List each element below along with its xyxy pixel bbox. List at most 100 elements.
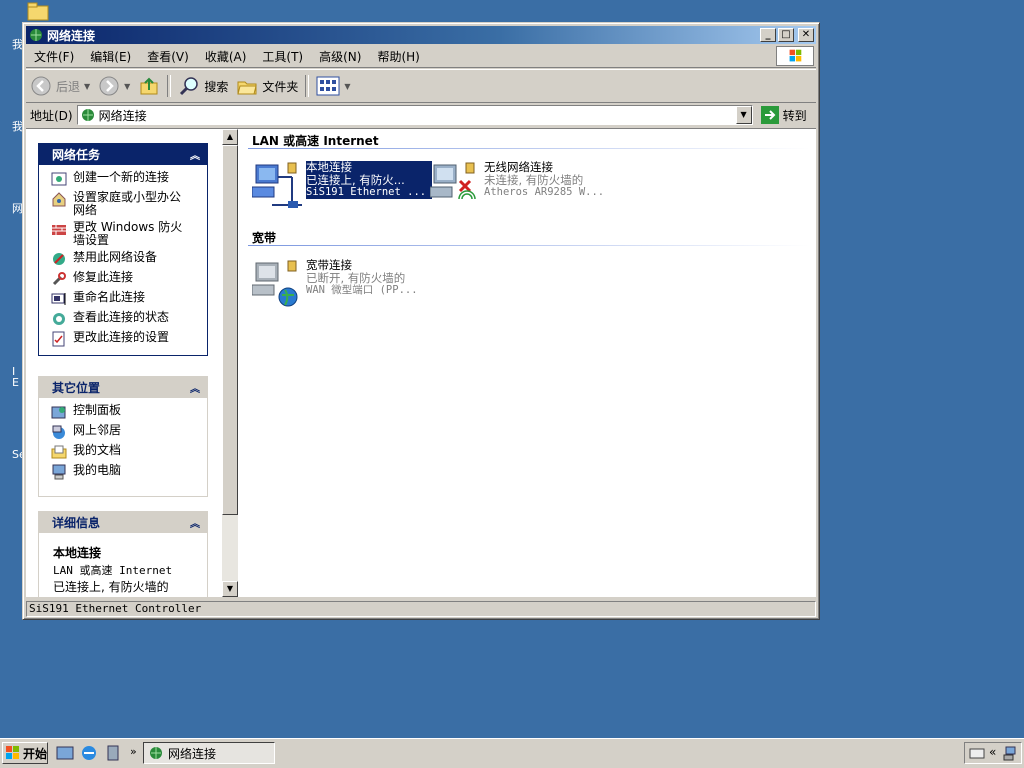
folders-button[interactable]: 文件夹	[232, 72, 302, 100]
address-bar: 地址(D) 网络连接 ▼ 转到	[26, 103, 816, 127]
desktop-folder-icon[interactable]	[24, 0, 52, 22]
keyboard-icon[interactable]	[969, 745, 985, 761]
connection-wireless-status: 未连接, 有防火墙的	[484, 172, 584, 187]
address-field[interactable]: 网络连接 ▼	[76, 105, 753, 125]
repair-icon	[52, 272, 66, 286]
connection-wireless-text: 无线网络连接 未连接, 有防火墙的 Atheros AR9285 W...	[484, 161, 604, 199]
network-tray-icon[interactable]	[1003, 745, 1019, 761]
connection-broadband[interactable]: 宽带连接 已断开, 有防火墙的 WAN 微型端口 (PP...	[252, 259, 418, 309]
connection-local-status: 已连接上, 有防火...	[306, 172, 405, 187]
connection-wireless-name: 无线网络连接	[484, 160, 553, 174]
collapse-chevron-icon[interactable]: ︽	[190, 380, 200, 395]
details-title: 详细信息	[52, 515, 101, 530]
back-dropdown-icon[interactable]: ▼	[84, 82, 90, 91]
connection-wireless[interactable]: 无线网络连接 未连接, 有防火墙的 Atheros AR9285 W...	[430, 161, 604, 211]
forward-dropdown-icon[interactable]: ▼	[124, 82, 130, 91]
menu-edit[interactable]: 编辑(E)	[82, 48, 139, 65]
search-button[interactable]: 搜索	[174, 72, 232, 100]
tray-expand-icon[interactable]: «	[989, 745, 996, 759]
minimize-button[interactable]: _	[760, 28, 776, 42]
section-broadband-title: 宽带	[252, 231, 277, 245]
details-name: 本地连接	[53, 546, 102, 560]
task-rename[interactable]: 重命名此连接	[51, 291, 207, 307]
firewall-icon	[52, 225, 66, 235]
connection-local-name: 本地连接	[306, 160, 352, 174]
section-divider	[248, 148, 810, 149]
system-tray: «	[964, 742, 1022, 764]
connection-local-text: 本地连接 已连接上, 有防火... SiS191 Ethernet ...	[306, 160, 433, 199]
connection-broadband-text: 宽带连接 已断开, 有防火墙的 WAN 微型端口 (PP...	[306, 259, 418, 297]
menu-tools[interactable]: 工具(T)	[254, 48, 311, 65]
network-connections-icon	[30, 29, 42, 41]
other-places-title: 其它位置	[52, 380, 101, 395]
start-button[interactable]: 开始	[2, 742, 48, 764]
status-icon	[53, 313, 65, 325]
task-home-network[interactable]: 设置家庭或小型办公网络	[51, 191, 207, 217]
task-disable-device[interactable]: 禁用此网络设备	[51, 251, 207, 267]
windows-logo-icon	[776, 46, 814, 66]
taskbar-network-connections[interactable]: 网络连接	[143, 742, 275, 764]
title-bar[interactable]: 网络连接 _ □ ✕	[26, 26, 816, 44]
quicklaunch-more-icon[interactable]: »	[130, 745, 137, 758]
menu-view[interactable]: 查看(V)	[139, 48, 197, 65]
network-tasks-header[interactable]: 网络任务 ︽	[38, 143, 208, 165]
details-body: 本地连接 LAN 或高速 Internet 已连接上, 有防火墙的	[38, 533, 208, 597]
toolbar-separator	[167, 75, 172, 97]
menu-advanced[interactable]: 高级(N)	[311, 48, 369, 65]
my-computer-icon	[52, 464, 66, 480]
broadband-connection-icon	[252, 260, 298, 307]
connection-local[interactable]: 本地连接 已连接上, 有防火... SiS191 Ethernet ...	[252, 160, 433, 211]
other-places-header[interactable]: 其它位置 ︽	[38, 376, 208, 398]
network-places-icon	[52, 425, 65, 439]
menu-file[interactable]: 文件(F)	[26, 48, 82, 65]
task-view-status[interactable]: 查看此连接的状态	[51, 311, 207, 327]
place-label: 网上邻居	[73, 423, 122, 437]
go-button[interactable]: 转到	[760, 106, 807, 124]
menu-favorites[interactable]: 收藏(A)	[197, 48, 255, 65]
details-header[interactable]: 详细信息 ︽	[38, 511, 208, 533]
show-desktop-icon[interactable]	[56, 744, 74, 762]
place-my-documents[interactable]: 我的文档	[51, 444, 207, 460]
scroll-thumb[interactable]	[222, 145, 238, 515]
internet-explorer-icon[interactable]	[80, 744, 98, 762]
menu-help[interactable]: 帮助(H)	[369, 48, 427, 65]
forward-button[interactable]: ▼	[94, 72, 134, 100]
details-panel: 详细信息 ︽ 本地连接 LAN 或高速 Internet 已连接上, 有防火墙的	[38, 511, 208, 597]
collapse-chevron-icon[interactable]: ︽	[190, 147, 200, 162]
window-title: 网络连接	[47, 28, 96, 43]
collapse-chevron-icon[interactable]: ︽	[190, 515, 200, 530]
views-dropdown-icon[interactable]: ▼	[344, 82, 350, 91]
place-control-panel[interactable]: 控制面板	[51, 404, 207, 420]
scroll-down-button[interactable]: ▼	[222, 581, 238, 597]
back-button[interactable]: 后退 ▼	[26, 72, 94, 100]
maximize-button[interactable]: □	[778, 28, 794, 42]
task-repair[interactable]: 修复此连接	[51, 271, 207, 287]
control-panel-icon	[51, 406, 66, 419]
task-create-connection[interactable]: 创建一个新的连接	[51, 171, 207, 187]
close-button[interactable]: ✕	[798, 28, 814, 42]
server-manager-icon[interactable]	[104, 744, 122, 762]
address-dropdown-button[interactable]: ▼	[735, 106, 752, 124]
connection-broadband-status: 已断开, 有防火墙的	[306, 270, 406, 285]
place-my-computer[interactable]: 我的电脑	[51, 464, 207, 480]
address-value: 网络连接	[98, 108, 147, 123]
place-label: 控制面板	[73, 403, 122, 417]
scroll-up-button[interactable]: ▲	[222, 129, 238, 145]
place-network-places[interactable]: 网上邻居	[51, 424, 207, 440]
search-label: 搜索	[204, 79, 229, 94]
up-folder-icon	[140, 77, 158, 95]
windows-flag-icon	[6, 746, 19, 759]
task-firewall[interactable]: 更改 Windows 防火墙设置	[51, 221, 207, 247]
rename-icon	[51, 293, 66, 305]
desktop-icon-label-4: IE	[12, 365, 19, 389]
task-label: 更改 Windows 防火墙设置	[73, 220, 183, 247]
network-tasks-panel: 网络任务 ︽ 创建一个新的连接 设置家庭或小型办公网络 更改 Windows 防…	[38, 143, 208, 356]
up-button[interactable]	[134, 72, 164, 100]
task-pane-scrollbar[interactable]: ▲ ▼	[222, 129, 238, 597]
views-button[interactable]: ▼	[312, 72, 354, 100]
other-places-list: 控制面板 网上邻居 我的文档 我的电脑	[38, 398, 208, 497]
task-change-settings[interactable]: 更改此连接的设置	[51, 331, 207, 347]
network-connections-icon	[150, 747, 162, 759]
connection-broadband-name: 宽带连接	[306, 258, 352, 272]
connection-broadband-device: WAN 微型端口 (PP...	[306, 284, 418, 296]
